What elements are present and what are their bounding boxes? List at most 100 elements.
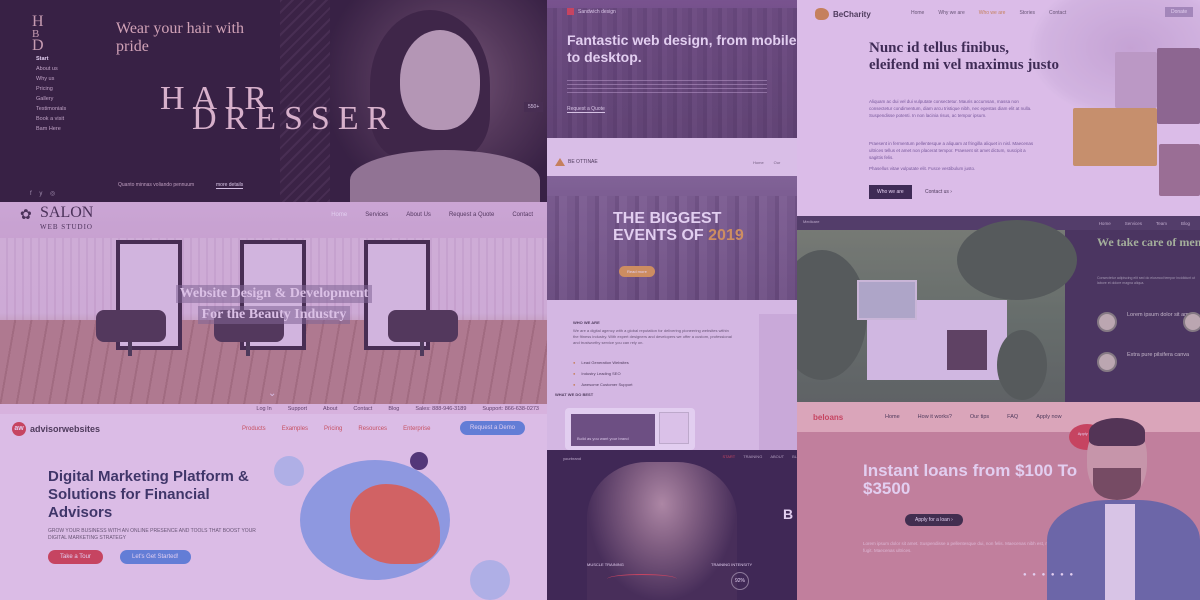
sales-phone[interactable]: Sales: 888-946-3189 (415, 406, 466, 412)
nav-item-about[interactable]: About Us (406, 212, 431, 218)
advisor-logo[interactable]: aw advisorwebsites (12, 422, 100, 436)
contact-link[interactable]: Contact (353, 406, 372, 412)
logo-mark-icon (567, 8, 574, 15)
nav-item-contact[interactable]: Contact (1049, 10, 1066, 16)
request-demo-button[interactable]: Request a Demo (460, 421, 526, 435)
nav-item-our[interactable]: Our (774, 160, 781, 165)
salon-nav: Home Services About Us Request a Quote C… (331, 212, 533, 218)
flower-icon: ✿ (20, 208, 32, 223)
apply-loan-button[interactable]: Apply for a loan › (905, 514, 963, 526)
donate-button[interactable]: Donate (1165, 7, 1194, 17)
nav-item-start[interactable]: START (722, 454, 735, 459)
nav-item-services[interactable]: Services (365, 212, 388, 218)
chevron-down-icon[interactable]: ⌄ (268, 388, 276, 399)
get-started-button[interactable]: Let's Get Started! (120, 550, 191, 564)
boy-photo (1157, 48, 1200, 124)
city-paragraph (567, 80, 767, 94)
nav-item-faq[interactable]: FAQ (1007, 414, 1018, 420)
nav-item-home[interactable]: Home (753, 160, 764, 165)
hairdresser-tagline: Wear your hair with pride (116, 20, 244, 55)
nav-item-about[interactable]: About us (36, 66, 66, 72)
girl-photo (1159, 144, 1200, 196)
nav-item-contact[interactable]: Contact (512, 212, 533, 218)
hairdresser-logo[interactable]: H B D (32, 14, 45, 54)
nav-item-gallery[interactable]: Gallery (36, 96, 66, 102)
nav-item-training[interactable]: TRAINING (743, 454, 762, 459)
fitness-nav: START TRAINING ABOUT BL (557, 454, 797, 459)
health-logo[interactable]: Medicare (803, 219, 819, 224)
contact-us-link[interactable]: Contact us › (925, 189, 952, 195)
hairdresser-template-tile[interactable]: H B D Start About us Why us Pricing Gall… (0, 0, 547, 202)
nav-item-pricing[interactable]: Pricing (36, 86, 66, 92)
sandwich-template-tile[interactable]: Sandwich design Fantastic web design, fr… (547, 0, 797, 138)
nav-item-quote[interactable]: Request a Quote (449, 212, 494, 218)
children-photo (1115, 52, 1157, 108)
card-photo (571, 414, 655, 446)
events-template-tile[interactable]: BE OTTINAE Home Our THE BIGGEST EVENTS O… (547, 138, 797, 450)
support-link[interactable]: Support (288, 406, 307, 412)
nav-item-tips[interactable]: Our tips (970, 414, 989, 420)
salon-headline: Website Design & Development For the Bea… (124, 284, 424, 326)
advisor-template-tile[interactable]: Log In Support About Contact Blog Sales:… (0, 404, 547, 600)
request-quote-link[interactable]: Request a Quote (567, 106, 605, 113)
events-logo[interactable]: BE OTTINAE (555, 158, 598, 166)
intensity-gauge: 92% (731, 572, 749, 590)
nav-item-team[interactable]: Team (1156, 221, 1167, 226)
charity-headline: Nunc id tellus finibus, eleifend mi vel … (869, 40, 1059, 73)
card-caption: Build as you want your brand (577, 436, 629, 441)
nav-item-why[interactable]: Why we are (938, 10, 964, 16)
nav-item-home[interactable]: Home (1099, 221, 1111, 226)
hairdresser-quote: Quanto minnas voliando pennuum (118, 182, 195, 188)
charity-template-tile[interactable]: BeCharity Home Why we are Who we are Sto… (797, 0, 1200, 216)
nav-item-book[interactable]: Book a visit (36, 116, 66, 122)
nav-item-who[interactable]: Who we are (979, 10, 1006, 16)
social-icons[interactable]: f y ◎ (30, 190, 58, 197)
blog-link[interactable]: Blog (388, 406, 399, 412)
loans-template-tile[interactable]: beloans Home How it works? Our tips FAQ … (797, 402, 1200, 600)
about-link[interactable]: About (323, 406, 337, 412)
nav-item-how[interactable]: How it works? (918, 414, 952, 420)
nav-item-start[interactable]: Start (36, 56, 66, 62)
health-template-tile[interactable]: Medicare Home Services Team Blog We take… (797, 216, 1200, 402)
read-more-button[interactable]: Read more (619, 266, 655, 277)
salon-template-tile[interactable]: ✿ SALON WEB STUDIO Home Services About U… (0, 202, 547, 404)
nav-item-about[interactable]: ABOUT (770, 454, 784, 459)
nav-item-testimonials[interactable]: Testimonials (36, 106, 66, 112)
portfolio-card[interactable]: Build as you want your brand (565, 408, 695, 450)
nav-item-blog[interactable]: Blog (1181, 221, 1190, 226)
nav-item-enterprise[interactable]: Enterprise (403, 426, 430, 432)
feature-icon (1183, 312, 1200, 332)
charity-logo[interactable]: BeCharity (815, 8, 871, 20)
nav-item-resources[interactable]: Resources (358, 426, 387, 432)
device-mockup (659, 412, 689, 444)
nav-item-why[interactable]: Why us (36, 76, 66, 82)
login-link[interactable]: Log In (256, 406, 271, 412)
salon-logo[interactable]: ✿ SALON WEB STUDIO (20, 205, 93, 234)
nav-item-examples[interactable]: Examples (282, 426, 308, 432)
charity-paragraph: Phasellus vitae vulputate elit. Fusce ve… (869, 166, 976, 171)
support-phone[interactable]: Support: 866-638-0273 (482, 406, 539, 412)
nav-item-services[interactable]: Services (1125, 221, 1142, 226)
who-we-are-button[interactable]: Who we are (869, 185, 912, 199)
nav-item-home[interactable]: Home (331, 212, 347, 218)
sandwich-logo[interactable]: Sandwich design (567, 8, 616, 15)
fitness-template-tile[interactable]: yourbrand START TRAINING ABOUT BL MUSCLE… (547, 450, 797, 600)
list-item: Industry Leading SEO (573, 371, 632, 376)
who-we-are-heading: WHO WE ARE (573, 320, 600, 325)
slider-dots[interactable]: ● ● ● ● ● ● (1023, 572, 1075, 578)
triangle-logo-icon (555, 158, 565, 166)
city-skyline-image (547, 8, 797, 138)
nav-item-products[interactable]: Products (242, 426, 266, 432)
more-details-link[interactable]: more details (216, 182, 244, 189)
nav-item-stories[interactable]: Stories (1019, 10, 1035, 16)
beloans-logo[interactable]: beloans (813, 413, 843, 422)
nav-item-home[interactable]: Home (911, 10, 924, 16)
take-tour-button[interactable]: Take a Tour (48, 550, 103, 564)
city-headline: Fantastic web design, from mobile to des… (567, 32, 797, 65)
nav-item-bam[interactable]: Bam Here (36, 126, 66, 132)
charity-paragraph: Praesent in fermentum pellentesque a ali… (869, 141, 1034, 160)
charity-paragraph: Aliquam ac dui vel dui vulputate consect… (869, 99, 1032, 118)
nav-item-home[interactable]: Home (885, 414, 900, 420)
person-head-illustration (410, 452, 428, 470)
nav-item-pricing[interactable]: Pricing (324, 426, 342, 432)
